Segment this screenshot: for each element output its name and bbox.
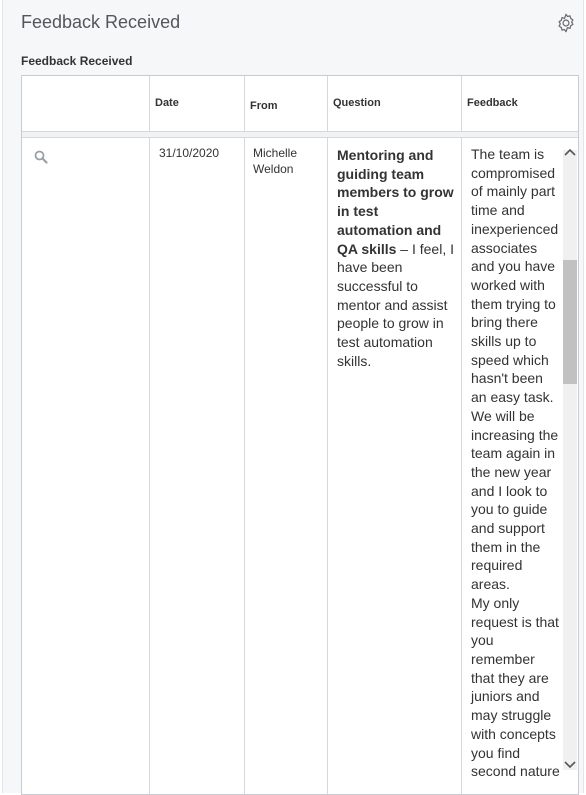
feedback-cell: The team is compromised of mainly part t… <box>471 146 560 780</box>
header-question[interactable]: Question <box>328 76 461 131</box>
panel-title: Feedback Received <box>21 12 181 32</box>
header-from[interactable]: From <box>245 76 327 131</box>
question-cell: Mentoring and guiding team members to gr… <box>328 138 461 794</box>
from-cell: Michelle Weldon <box>253 146 298 176</box>
action-cell <box>22 138 149 794</box>
section-title: Feedback Received <box>21 54 133 68</box>
chevron-down-icon[interactable] <box>563 759 577 771</box>
header-action <box>22 76 149 131</box>
date-cell: 31/10/2020 <box>159 146 220 160</box>
feedback-table: Date From Question Feedback 31/10/2020 M… <box>21 75 579 795</box>
feedback-scrollbar[interactable] <box>563 150 577 770</box>
question-text: – I feel, I have been successful to ment… <box>337 240 454 369</box>
gear-icon[interactable] <box>555 12 577 34</box>
search-icon[interactable] <box>34 150 48 164</box>
table-header: Date From Question Feedback <box>22 76 578 132</box>
header-feedback[interactable]: Feedback <box>462 76 578 131</box>
chevron-up-icon[interactable] <box>563 146 577 158</box>
table-row: 31/10/2020 Michelle Weldon Mentoring and… <box>22 138 578 794</box>
header-date[interactable]: Date <box>150 76 244 131</box>
feedback-received-panel: Feedback Received Feedback Received Date… <box>2 0 584 795</box>
scrollbar-thumb[interactable] <box>563 260 577 384</box>
